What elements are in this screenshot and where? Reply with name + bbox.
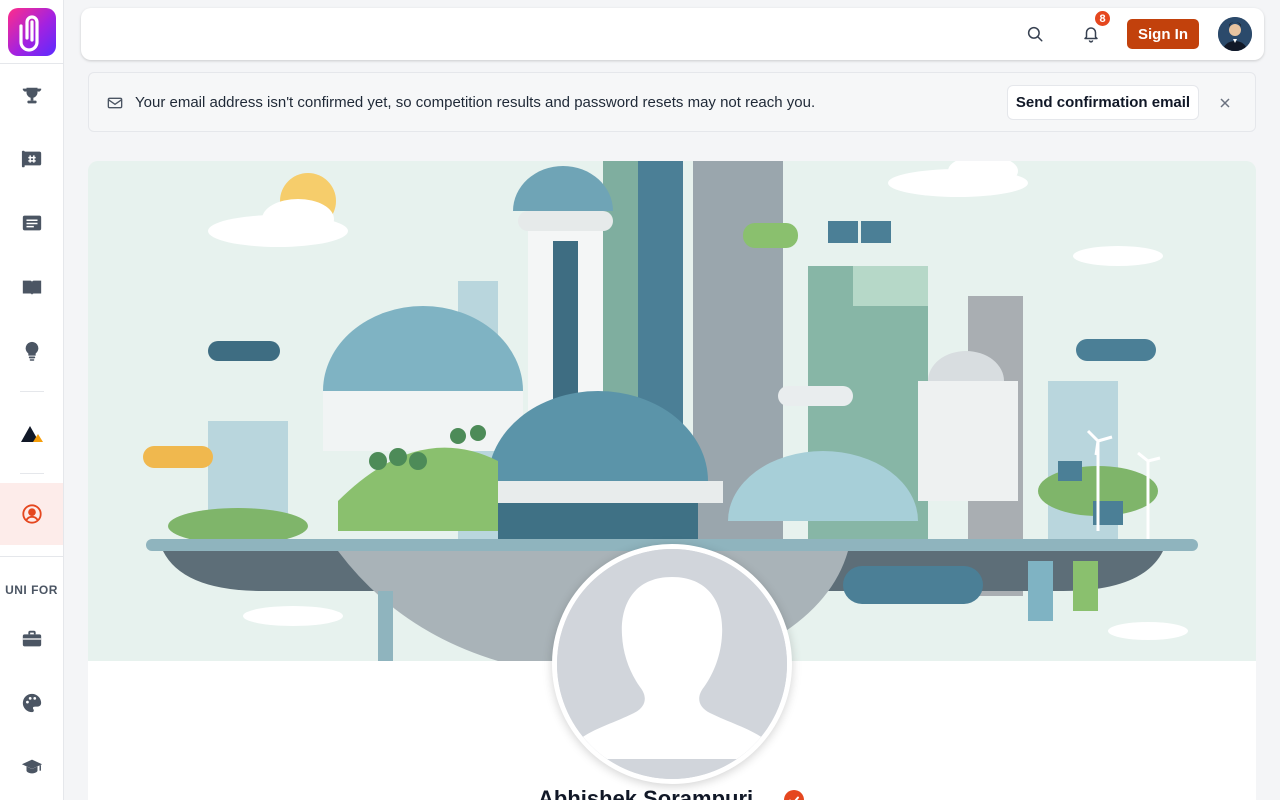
sidebar-item-profile[interactable]	[0, 483, 63, 545]
sidebar-divider	[20, 391, 44, 392]
sidebar-item-students[interactable]	[0, 737, 63, 797]
sidebar-item-hackathons[interactable]	[0, 129, 63, 189]
search-button[interactable]	[1023, 22, 1047, 46]
lightbulb-icon	[25, 341, 38, 361]
close-icon[interactable]	[1217, 95, 1233, 111]
sidebar-divider	[0, 556, 64, 557]
palette-icon	[22, 693, 41, 713]
sidebar-section-label: UNI FOR	[5, 583, 58, 597]
checkmark-icon	[789, 796, 799, 800]
sidebar-item-learn[interactable]	[0, 258, 63, 318]
user-avatar-icon	[1218, 17, 1252, 51]
verified-badge	[784, 790, 804, 800]
email-confirmation-notice: Your email address isn't confirmed yet, …	[88, 72, 1256, 132]
paperclip-logo-icon	[19, 15, 39, 52]
list-card-icon	[22, 215, 41, 231]
sidebar-item-creative[interactable]	[0, 673, 63, 733]
graduation-cap-icon	[21, 759, 42, 774]
mountain-peak-icon	[20, 426, 43, 442]
sidebar-divider	[20, 473, 44, 474]
sidebar-divider	[0, 63, 64, 64]
user-avatar[interactable]	[1218, 17, 1252, 51]
sidebar-item-listings[interactable]	[0, 193, 63, 253]
app-logo[interactable]	[8, 8, 56, 56]
profile-picture[interactable]	[552, 544, 792, 784]
sidebar-item-competitions[interactable]	[0, 66, 63, 126]
sidebar-item-jobs[interactable]	[0, 609, 63, 669]
sidebar: UNI FOR	[0, 0, 64, 800]
send-confirmation-email-button[interactable]: Send confirmation email	[1007, 85, 1199, 120]
sidebar-item-ideas[interactable]	[0, 321, 63, 381]
bell-icon	[1084, 27, 1098, 43]
briefcase-icon	[22, 630, 41, 647]
hashtag-board-icon	[21, 150, 41, 168]
sidebar-item-summit[interactable]	[0, 403, 63, 463]
trophy-icon	[22, 87, 41, 104]
profile-name: Abhishek Sorampuri	[538, 786, 754, 800]
notification-count-badge: 8	[1094, 10, 1111, 27]
search-icon	[1027, 26, 1043, 42]
sign-in-button[interactable]: Sign In	[1127, 19, 1199, 49]
notice-message: Your email address isn't confirmed yet, …	[135, 94, 816, 111]
mail-icon	[107, 97, 123, 109]
open-book-icon	[22, 280, 41, 296]
default-user-silhouette-icon	[557, 549, 787, 779]
profile-circle-icon	[21, 504, 42, 524]
